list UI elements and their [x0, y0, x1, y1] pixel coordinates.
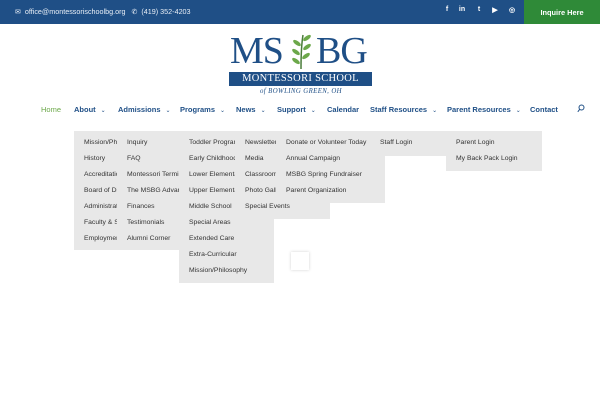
dropdown-about: Mission/Philosophy History Accreditation… — [74, 131, 118, 250]
dropdown-item[interactable]: Toddler Program — [179, 137, 238, 149]
logo-text-bg: BG — [316, 30, 368, 72]
facebook-icon[interactable]: f — [440, 6, 454, 13]
dropdown-item[interactable]: Finances — [117, 201, 181, 213]
chevron-down-icon: ⌄ — [100, 108, 106, 114]
phone-link[interactable]: (419) 352-4203 — [141, 7, 190, 16]
dropdown-item[interactable]: Donate or Volunteer Today — [276, 137, 385, 149]
nav-programs[interactable]: Programs ⌄ — [180, 105, 225, 114]
chevron-down-icon: ⌄ — [165, 108, 171, 114]
dropdown-item[interactable]: Newsletter — [235, 137, 277, 149]
contact-info: ✉ office@montessorischoolbg.org ✆ (419) … — [15, 7, 191, 16]
linkedin-icon[interactable]: in — [455, 6, 469, 13]
nav-admissions-label: Admissions — [118, 105, 161, 114]
dropdown-item[interactable]: Montessori Terminology — [117, 169, 181, 181]
dropdown-item[interactable]: The MSBG Advantage — [117, 185, 181, 197]
dropdown-item[interactable]: Parent Organization — [276, 185, 385, 197]
chevron-down-icon: ⌄ — [310, 108, 316, 114]
chevron-down-icon: ⌄ — [220, 108, 226, 114]
nav-parent-resources[interactable]: Parent Resources ⌄ — [447, 105, 521, 114]
instagram-icon[interactable]: ◎ — [505, 6, 519, 14]
dropdown-item[interactable]: Annual Campaign — [276, 153, 385, 165]
dropdown-item[interactable]: Mission/Philosophy — [74, 137, 118, 149]
nav-news[interactable]: News ⌄ — [236, 105, 266, 114]
search-icon[interactable] — [577, 104, 585, 113]
dropdown-item[interactable]: Inquiry — [117, 137, 181, 149]
nav-home[interactable]: Home — [41, 105, 61, 114]
logo-band: MONTESSORI SCHOOL — [229, 72, 372, 86]
dropdown-parent-resources: Parent Login My Back Pack Login — [446, 131, 542, 171]
nav-home-label: Home — [41, 105, 62, 114]
dropdown-item[interactable]: Classrooms — [235, 169, 277, 181]
nav-about-label: About — [74, 105, 96, 114]
nav-staff-resources-label: Staff Resources — [370, 105, 428, 114]
email-link[interactable]: office@montessorischoolbg.org — [25, 7, 126, 16]
dropdown-item[interactable]: Administration — [74, 201, 118, 213]
dropdown-item[interactable]: MSBG Spring Fundraiser — [276, 169, 385, 181]
twitter-icon[interactable]: t — [472, 6, 486, 13]
dropdown-item[interactable]: Extra-Curricular — [179, 249, 274, 261]
dropdown-item[interactable]: Staff Login — [370, 137, 446, 149]
inquire-here-button[interactable]: Inquire Here — [524, 0, 600, 24]
olive-branch-icon — [292, 34, 311, 70]
dropdown-item[interactable]: Alumni Corner — [117, 233, 181, 245]
nav-about[interactable]: About ⌄ — [74, 105, 106, 114]
dropdown-item[interactable]: Testimonials — [117, 217, 181, 229]
chevron-down-icon: ⌄ — [432, 108, 438, 114]
dropdown-item[interactable]: Media — [235, 153, 277, 165]
youtube-icon[interactable]: ▶ — [488, 6, 502, 14]
nav-parent-resources-label: Parent Resources — [447, 105, 511, 114]
dropdown-item[interactable]: FAQ — [117, 153, 181, 165]
nav-admissions[interactable]: Admissions ⌄ — [118, 105, 171, 114]
loading-placeholder — [291, 252, 309, 270]
nav-support-label: Support — [277, 105, 306, 114]
dropdown-item[interactable]: Early Childhood — [179, 153, 238, 165]
dropdown-item[interactable]: My Back Pack Login — [446, 153, 542, 165]
logo-text-ms: MS — [230, 30, 284, 72]
chevron-down-icon: ⌄ — [260, 108, 266, 114]
dropdown-staff-resources: Staff Login — [370, 131, 446, 156]
dropdown-item[interactable]: Parent Login — [446, 137, 542, 149]
dropdown-item[interactable]: Extended Care — [179, 233, 274, 245]
dropdown-item[interactable]: Faculty & Staff — [74, 217, 118, 229]
nav-staff-resources[interactable]: Staff Resources ⌄ — [370, 105, 437, 114]
dropdown-item[interactable]: Photo Gallery — [235, 185, 277, 197]
chevron-down-icon: ⌄ — [515, 108, 521, 114]
logo-tagline: of BOWLING GREEN, OH — [259, 88, 342, 95]
dropdown-item[interactable]: Upper Elementary — [179, 185, 238, 197]
dropdown-item[interactable]: Board of Directors — [74, 185, 118, 197]
school-logo[interactable]: MS BG MONTESSORI SCHOOL of BOWLING GREEN… — [228, 31, 374, 99]
nav-calendar[interactable]: Calendar — [327, 105, 359, 114]
nav-programs-label: Programs — [180, 105, 216, 114]
main-nav: Home About ⌄ Admissions ⌄ Programs ⌄ News ⌄ … — [0, 100, 600, 120]
dropdown-support: Donate or Volunteer Today Annual Campaig… — [276, 131, 385, 203]
top-bar: ✉ office@montessorischoolbg.org ✆ (419) … — [0, 0, 600, 24]
dropdown-item[interactable]: Lower Elementary — [179, 169, 238, 181]
nav-news-label: News — [236, 105, 256, 114]
dropdown-item[interactable]: Employment — [74, 233, 118, 245]
dropdown-item[interactable]: Mission/Philosophy — [179, 265, 274, 277]
nav-support[interactable]: Support ⌄ — [277, 105, 316, 114]
nav-contact-label: Contact — [530, 105, 558, 114]
nav-calendar-label: Calendar — [327, 105, 360, 114]
dropdown-item[interactable]: History — [74, 153, 118, 165]
logo-mark: MS BG — [228, 31, 374, 71]
envelope-icon: ✉ — [15, 8, 21, 16]
phone-icon: ✆ — [131, 8, 138, 16]
nav-contact[interactable]: Contact — [530, 105, 558, 114]
dropdown-admissions: Inquiry FAQ Montessori Terminology The M… — [117, 131, 181, 250]
dropdown-item[interactable]: Accreditation — [74, 169, 118, 181]
